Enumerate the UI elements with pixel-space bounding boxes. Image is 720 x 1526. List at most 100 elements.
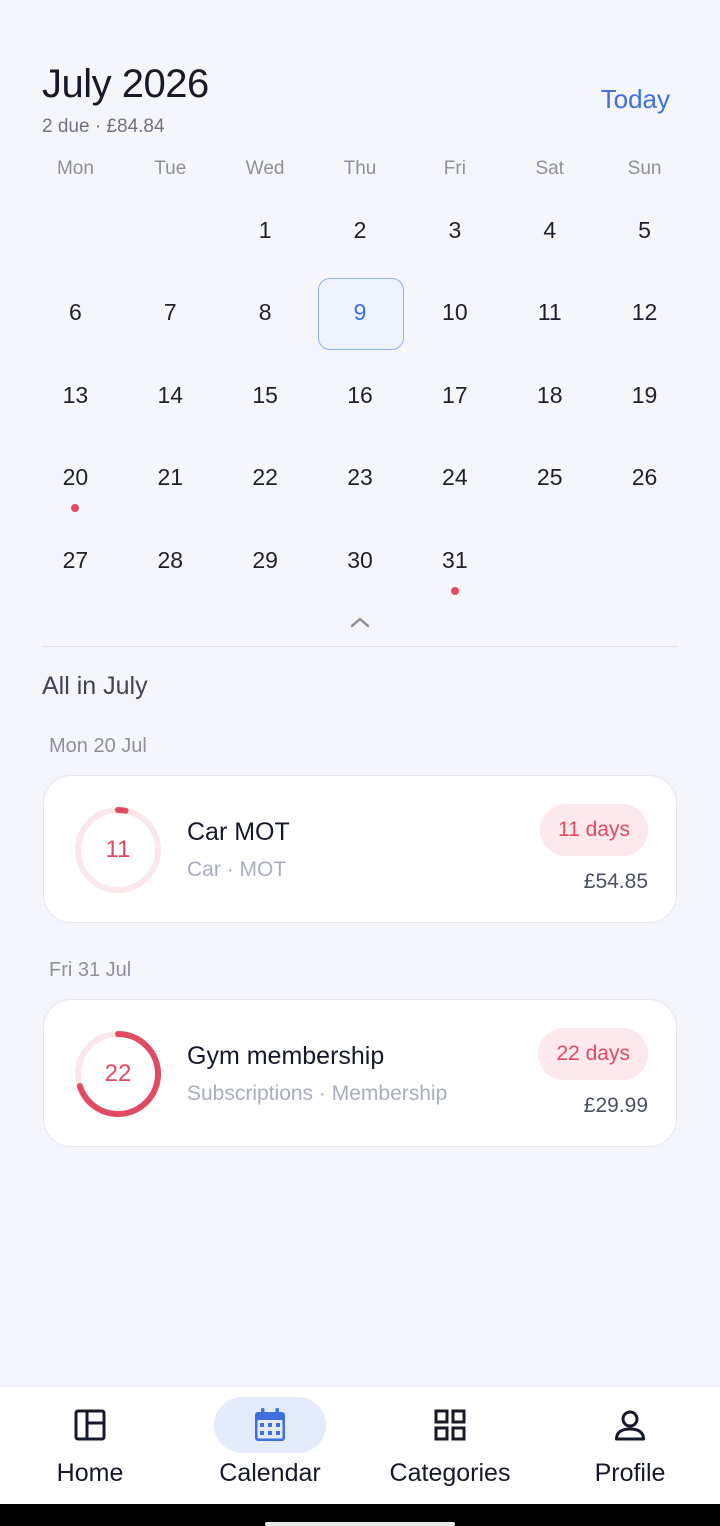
calendar-day-number: 23 xyxy=(347,464,373,491)
calendar-day-number: 15 xyxy=(252,381,278,408)
calendar-icon xyxy=(255,1408,285,1441)
nav-label: Categories xyxy=(389,1459,511,1487)
nav-item-profile[interactable]: Profile xyxy=(540,1387,720,1504)
nav-icon-container xyxy=(214,1397,326,1453)
calendar-day-number: 29 xyxy=(252,546,278,573)
calendar-day[interactable]: 13 xyxy=(28,355,123,438)
calendar-day-number: 18 xyxy=(536,381,563,408)
bill-card[interactable]: 11 Car MOT Car · MOT 11 days £54.85 xyxy=(43,775,677,923)
calendar-day[interactable]: 14 xyxy=(123,355,218,438)
calendar-day-number: 7 xyxy=(163,299,177,326)
days-badge: 22 days xyxy=(538,1028,648,1080)
nav-item-home[interactable]: Home xyxy=(0,1387,180,1504)
nav-label: Profile xyxy=(594,1459,666,1487)
bill-amount: £29.99 xyxy=(583,1094,648,1117)
calendar-blank-cell xyxy=(123,190,218,273)
bottom-navigation: Home Calendar Categories Profile xyxy=(0,1386,720,1504)
calendar-day[interactable]: 30 xyxy=(313,520,408,603)
calendar-day[interactable]: 28 xyxy=(123,520,218,603)
nav-label: Calendar xyxy=(219,1459,321,1487)
calendar-day[interactable]: 20 xyxy=(28,438,123,521)
weekday-label: Fri xyxy=(443,158,466,179)
calendar-day[interactable]: 4 xyxy=(502,190,597,273)
calendar-day-number: 2 xyxy=(353,216,367,243)
calendar-day-number: 30 xyxy=(347,546,373,573)
nav-item-categories[interactable]: Categories xyxy=(360,1387,540,1504)
collapse-calendar-button[interactable] xyxy=(346,612,374,632)
nav-label: Home xyxy=(56,1459,124,1487)
categories-icon xyxy=(434,1409,466,1441)
bill-amount: £54.85 xyxy=(583,870,648,893)
calendar-day-number: 4 xyxy=(543,216,557,243)
calendar-blank-cell xyxy=(28,190,123,273)
calendar-header: July 2026 2 due · £84.84 Today xyxy=(42,62,678,142)
calendar-day-selected[interactable]: 9 xyxy=(313,273,408,356)
calendar-day-number: 27 xyxy=(62,546,89,573)
calendar-day-number: 21 xyxy=(157,464,184,491)
calendar-day-number: 28 xyxy=(157,546,184,573)
calendar-day[interactable]: 11 xyxy=(502,273,597,356)
gesture-handle[interactable] xyxy=(265,1522,455,1526)
calendar-day-number: 26 xyxy=(631,464,658,491)
status-bar xyxy=(0,0,720,8)
calendar-day[interactable]: 7 xyxy=(123,273,218,356)
calendar-day[interactable]: 1 xyxy=(218,190,313,273)
calendar-day-number: 9 xyxy=(353,299,367,326)
calendar-day-number: 13 xyxy=(62,381,89,408)
calendar-day[interactable]: 6 xyxy=(28,273,123,356)
calendar-day[interactable]: 8 xyxy=(218,273,313,356)
calendar-day-number: 10 xyxy=(442,299,468,326)
month-summary: 2 due · £84.84 xyxy=(42,116,165,137)
calendar-day-number: 31 xyxy=(442,546,468,573)
home-icon xyxy=(74,1409,106,1441)
calendar-day[interactable]: 21 xyxy=(123,438,218,521)
calendar-day-number: 24 xyxy=(442,464,468,491)
weekday-label: Thu xyxy=(343,158,377,179)
calendar-day[interactable]: 10 xyxy=(407,273,502,356)
calendar-day-number: 16 xyxy=(347,381,373,408)
weekday-label: Sat xyxy=(535,158,564,179)
calendar-day[interactable]: 25 xyxy=(502,438,597,521)
calendar-day[interactable]: 19 xyxy=(597,355,692,438)
days-left-number: 11 xyxy=(105,836,131,863)
calendar-day[interactable]: 5 xyxy=(597,190,692,273)
calendar-day-number: 12 xyxy=(631,299,658,326)
calendar-day[interactable]: 22 xyxy=(218,438,313,521)
calendar-day[interactable]: 23 xyxy=(313,438,408,521)
calendar-day[interactable]: 29 xyxy=(218,520,313,603)
system-navigation-bar xyxy=(0,1504,720,1526)
divider xyxy=(42,646,678,647)
group-date-label: Fri 31 Jul xyxy=(49,959,132,981)
calendar-day-number: 8 xyxy=(258,299,272,326)
calendar-day[interactable]: 15 xyxy=(218,355,313,438)
weekday-header: Mon Tue Wed Thu Fri Sat Sun xyxy=(28,158,692,188)
today-button[interactable]: Today xyxy=(601,84,670,115)
nav-item-calendar[interactable]: Calendar xyxy=(180,1387,360,1504)
calendar-day[interactable]: 2 xyxy=(313,190,408,273)
calendar-day-number: 6 xyxy=(69,299,82,326)
calendar-day-number: 1 xyxy=(258,216,272,243)
calendar-day[interactable]: 3 xyxy=(407,190,502,273)
calendar-day-number: 19 xyxy=(631,381,658,408)
calendar-day-number: 20 xyxy=(62,464,89,491)
nav-icon-container xyxy=(34,1397,146,1453)
calendar-day[interactable]: 26 xyxy=(597,438,692,521)
calendar-day-number: 11 xyxy=(537,299,562,326)
section-title: All in July xyxy=(42,672,148,700)
calendar-grid: 1 2 3 4 5 6 7 8 9 10 11 12 13 14 15 16 17 18 19 20 21 22 23 24 2… xyxy=(28,190,692,603)
calendar-day[interactable]: 18 xyxy=(502,355,597,438)
calendar-day-number: 25 xyxy=(536,464,563,491)
calendar-day[interactable]: 12 xyxy=(597,273,692,356)
nav-icon-container xyxy=(394,1397,506,1453)
calendar-day-number: 17 xyxy=(442,381,468,408)
calendar-day[interactable]: 31 xyxy=(407,520,502,603)
calendar-day[interactable]: 16 xyxy=(313,355,408,438)
calendar-day[interactable]: 27 xyxy=(28,520,123,603)
group-date-label: Mon 20 Jul xyxy=(49,735,147,757)
bill-title: Gym membership xyxy=(187,1042,385,1070)
calendar-day[interactable]: 24 xyxy=(407,438,502,521)
nav-icon-container xyxy=(574,1397,686,1453)
profile-icon xyxy=(615,1410,645,1441)
bill-card[interactable]: 22 Gym membership Subscriptions · Member… xyxy=(43,999,677,1147)
calendar-day[interactable]: 17 xyxy=(407,355,502,438)
